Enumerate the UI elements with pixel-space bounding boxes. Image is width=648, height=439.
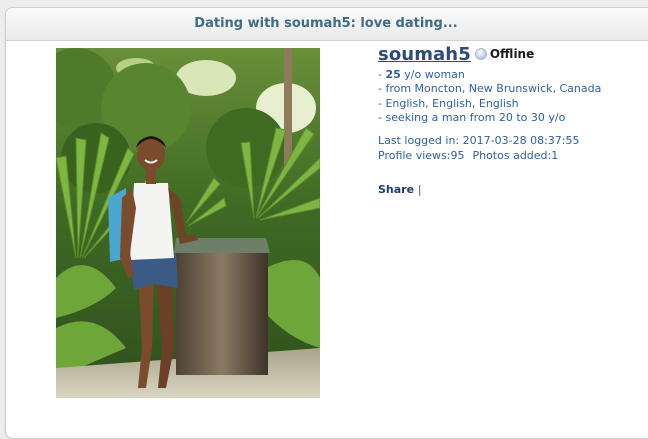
profile-meta: Last logged in: 2017-03-28 08:37:55 Prof…: [378, 134, 648, 163]
languages-line: - English, English, English: [378, 96, 519, 110]
username-link[interactable]: soumah5: [378, 44, 471, 65]
age-suffix: y/o woman: [400, 68, 465, 81]
status-label: Offline: [489, 47, 535, 61]
offline-status-icon: [474, 48, 487, 60]
last-logged-label: Last logged in:: [378, 134, 460, 148]
share-row: Share |: [378, 183, 648, 196]
stats-line: Profile views:95 Photos added:1: [378, 149, 648, 164]
profile-details: - 25 y/o woman - from Moncton, New Bruns…: [378, 68, 648, 125]
name-row: soumah5 Offline: [378, 42, 648, 66]
share-link[interactable]: Share: [378, 183, 414, 196]
last-logged-line: Last logged in: 2017-03-28 08:37:55: [378, 134, 648, 149]
photos-added-label: Photos added:: [472, 148, 552, 162]
last-logged-value: 2017-03-28 08:37:55: [462, 134, 580, 148]
age-value: 25: [385, 68, 401, 81]
location-line: - from Moncton, New Brunswick, Canada: [378, 82, 602, 96]
page-title: Dating with soumah5: love dating...: [6, 8, 648, 41]
profile-views-label: Profile views:: [378, 148, 451, 162]
profile-photo[interactable]: [56, 48, 320, 398]
seeking-line: - seeking a man from 20 to 30 y/o: [378, 110, 566, 124]
share-separator: |: [417, 183, 422, 197]
photos-added-value: 1: [551, 148, 559, 162]
profile-photo-image: [56, 48, 320, 398]
age-line: - 25 y/o woman: [378, 68, 648, 82]
profile-info: soumah5 Offline - 25 y/o woman - from Mo…: [378, 42, 648, 197]
profile-views-value: 95: [450, 148, 465, 162]
